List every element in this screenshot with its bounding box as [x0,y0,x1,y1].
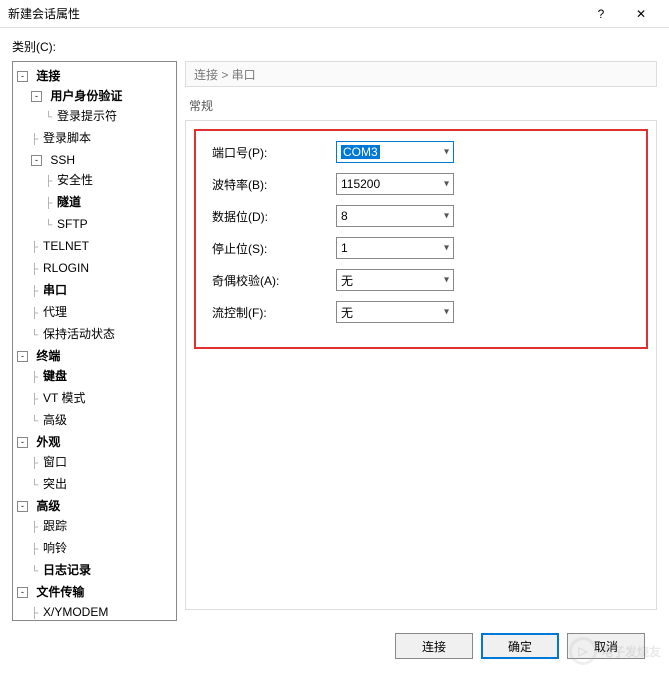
stopbits-label: 停止位(S): [206,240,336,257]
breadcrumb: 连接 > 串口 [185,61,657,87]
tree-connector-icon: ├ [31,540,41,560]
tree-connector-icon: ├ [45,194,55,214]
tree-item-login-script[interactable]: 登录脚本 [41,131,93,145]
chevron-down-icon: ▾ [444,179,449,190]
tree-connector-icon: └ [31,476,41,496]
dialog-buttons: 连接 确定 取消 [12,621,657,659]
tree-item-advanced[interactable]: 高级 [34,499,62,513]
tree-connector-icon: ├ [31,518,41,538]
port-select[interactable]: COM3 ▾ [336,141,454,163]
tree-item-terminal[interactable]: 终端 [34,349,62,363]
tree-toggle-icon[interactable]: - [17,501,28,512]
close-icon: ✕ [636,7,646,21]
tree-item-keepalive[interactable]: 保持活动状态 [41,327,117,341]
baud-label: 波特率(B): [206,176,336,193]
tree-item-vtmode[interactable]: VT 模式 [41,391,87,405]
tree-item-advanced-term[interactable]: 高级 [41,413,69,427]
stopbits-value: 1 [341,241,348,255]
tree-item-sftp[interactable]: SFTP [55,217,90,231]
tree-item-logging[interactable]: 日志记录 [41,563,93,577]
tree-connector-icon: └ [31,412,41,432]
tree-connector-icon: ├ [31,238,41,258]
parity-label: 奇偶校验(A): [206,272,336,289]
tree-item-xymodem[interactable]: X/YMODEM [41,605,110,619]
tree-item-login-prompt[interactable]: 登录提示符 [55,109,119,123]
parity-select[interactable]: 无 ▾ [336,269,454,291]
tree-item-highlight[interactable]: 突出 [41,477,69,491]
baud-select[interactable]: 115200 ▾ [336,173,454,195]
databits-select[interactable]: 8 ▾ [336,205,454,227]
tree-connector-icon: ├ [31,130,41,150]
chevron-down-icon: ▾ [444,243,449,254]
tree-connector-icon: └ [45,216,55,236]
tree-toggle-icon[interactable]: - [17,437,28,448]
tree-item-rlogin[interactable]: RLOGIN [41,261,91,275]
tree-connector-icon: └ [31,326,41,346]
tree-toggle-icon[interactable]: - [17,71,28,82]
titlebar: 新建会话属性 ? ✕ [0,0,669,28]
port-label: 端口号(P): [206,144,336,161]
tree-item-window[interactable]: 窗口 [41,455,69,469]
databits-value: 8 [341,209,348,223]
chevron-down-icon: ▾ [444,147,449,158]
tree-item-proxy[interactable]: 代理 [41,305,69,319]
connect-button[interactable]: 连接 [395,633,473,659]
tree-item-appearance[interactable]: 外观 [34,435,62,449]
chevron-down-icon: ▾ [444,307,449,318]
settings-group: 端口号(P): COM3 ▾ 波特率(B): 115200 ▾ [185,120,657,610]
highlighted-region: 端口号(P): COM3 ▾ 波特率(B): 115200 ▾ [194,129,648,349]
tree-connector-icon: ├ [31,304,41,324]
tree-connector-icon: ├ [45,172,55,192]
flowctrl-label: 流控制(F): [206,304,336,321]
help-button[interactable]: ? [581,0,621,28]
tree-connector-icon: ├ [31,260,41,280]
tree-item-user-auth[interactable]: 用户身份验证 [48,89,124,103]
tree-item-telnet[interactable]: TELNET [41,239,91,253]
tree-item-bell[interactable]: 响铃 [41,541,69,555]
tree-item-trace[interactable]: 跟踪 [41,519,69,533]
category-tree[interactable]: - 连接 - 用户身份验证 └登录提示符 ├登录脚本 - [12,61,177,621]
tree-toggle-icon[interactable]: - [31,91,42,102]
category-label: 类别(C): [12,38,657,55]
tree-item-connection[interactable]: 连接 [34,69,62,83]
databits-label: 数据位(D): [206,208,336,225]
tree-item-tunnel[interactable]: 隧道 [55,195,83,209]
baud-value: 115200 [341,177,380,191]
tree-toggle-icon[interactable]: - [31,155,42,166]
cancel-button[interactable]: 取消 [567,633,645,659]
tree-connector-icon: ├ [31,604,41,621]
close-button[interactable]: ✕ [621,0,661,28]
tree-connector-icon: ├ [31,282,41,302]
tree-item-keyboard[interactable]: 键盘 [41,369,69,383]
parity-value: 无 [341,272,353,289]
ok-button[interactable]: 确定 [481,633,559,659]
chevron-down-icon: ▾ [444,275,449,286]
tree-connector-icon: └ [31,562,41,582]
tree-item-ssh[interactable]: SSH [48,153,77,167]
help-icon: ? [598,7,605,21]
tree-connector-icon: ├ [31,368,41,388]
stopbits-select[interactable]: 1 ▾ [336,237,454,259]
tree-toggle-icon[interactable]: - [17,351,28,362]
flowctrl-select[interactable]: 无 ▾ [336,301,454,323]
tree-connector-icon: ├ [31,454,41,474]
tree-item-security[interactable]: 安全性 [55,173,95,187]
tree-connector-icon: ├ [31,390,41,410]
tree-item-file-transfer[interactable]: 文件传输 [34,585,86,599]
tree-connector-icon: └ [45,108,55,128]
tree-item-serial[interactable]: 串口 [41,283,69,297]
window-title: 新建会话属性 [8,5,581,22]
group-title: 常规 [185,97,657,114]
port-value: COM3 [341,145,380,159]
chevron-down-icon: ▾ [444,211,449,222]
flowctrl-value: 无 [341,304,353,321]
tree-toggle-icon[interactable]: - [17,587,28,598]
